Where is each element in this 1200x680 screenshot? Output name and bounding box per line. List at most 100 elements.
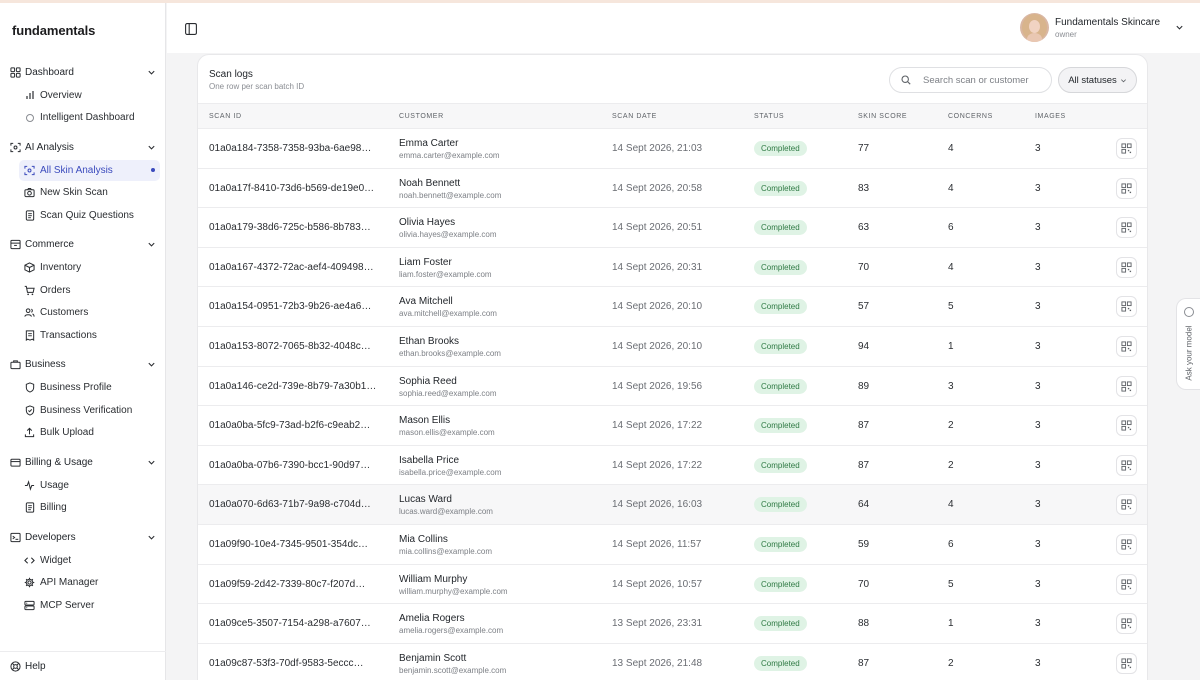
view-scan-button[interactable] [1116, 573, 1137, 595]
table-row[interactable]: 01a09f59-2d42-7339-80c7-f207d… William Mu… [198, 565, 1147, 605]
skin-score-cell: 57 [858, 301, 870, 313]
nav-group-developers[interactable]: Developers [0, 526, 166, 548]
table-row[interactable]: 01a0a146-ce2d-739e-8b79-7a30b1… Sophia Re… [198, 367, 1147, 407]
scan-date-cell: 14 Sept 2026, 19:56 [612, 380, 703, 392]
sidebar-item-bulk-upload[interactable]: Bulk Upload [19, 422, 160, 443]
skin-score-cell: 64 [858, 499, 870, 511]
help-icon [9, 660, 21, 672]
sidebar-item-usage[interactable]: Usage [19, 475, 160, 496]
customer-name: Mason Ellis [399, 415, 451, 427]
scan-id-cell: 01a0a070-6d63-71b7-9a98-c704d… [209, 499, 371, 511]
scan-logs-panel: Scan logs One row per scan batch ID All … [197, 54, 1148, 680]
document-icon [24, 502, 35, 513]
skin-score-cell: 83 [858, 182, 870, 194]
concerns-cell: 3 [948, 380, 954, 392]
customer-email: lucas.ward@example.com [399, 507, 493, 517]
view-scan-button[interactable] [1116, 494, 1137, 516]
ask-model-label: Ask your model [1184, 325, 1194, 381]
status-filter-label: All statuses [1068, 74, 1117, 86]
view-scan-button[interactable] [1116, 217, 1137, 239]
view-scan-button[interactable] [1116, 177, 1137, 199]
scan-date-cell: 14 Sept 2026, 11:57 [612, 538, 702, 550]
scan-date-cell: 14 Sept 2026, 10:57 [612, 578, 703, 590]
scan-id-cell: 01a09c87-53f3-70df-9583-5eccc… [209, 657, 364, 669]
view-scan-button[interactable] [1116, 533, 1137, 555]
nav-group-commerce[interactable]: Commerce [0, 234, 166, 256]
sidebar-item-transactions[interactable]: Transactions [19, 325, 160, 346]
customer-email: olivia.hayes@example.com [399, 230, 497, 240]
sidebar-item-all-skin-analysis[interactable]: All Skin Analysis [19, 159, 160, 181]
activity-icon [24, 479, 35, 491]
sidebar-toggle-icon[interactable] [185, 22, 197, 35]
table-row[interactable]: 01a09f90-10e4-7345-9501-354dc… Mia Collin… [198, 525, 1147, 565]
scan-id-cell: 01a0a153-8072-7065-8b32-4048c… [209, 340, 371, 352]
table-row[interactable]: 01a0a070-6d63-71b7-9a98-c704d… Lucas Ward… [198, 485, 1147, 525]
column-header-concerns: Concerns [948, 113, 993, 120]
view-scan-button[interactable] [1116, 652, 1137, 674]
skin-score-cell: 87 [858, 459, 870, 471]
sidebar-item-intelligent-dashboard[interactable]: Intelligent Dashboard [19, 107, 160, 128]
sidebar-item-business-profile[interactable]: Business Profile [19, 377, 160, 398]
table-row[interactable]: 01a0a184-7358-7358-93ba-6ae98… Emma Carte… [198, 129, 1147, 169]
column-header-scan-date: Scan Date [612, 113, 657, 120]
customer-name: Sophia Reed [399, 375, 457, 387]
search-box[interactable] [889, 67, 1052, 93]
view-scan-button[interactable] [1116, 613, 1137, 635]
scan-id-cell: 01a0a167-4372-72ac-aef4-409498… [209, 261, 374, 273]
sidebar-item-widget[interactable]: Widget [19, 550, 160, 571]
nav-group-ai-analysis[interactable]: AI Analysis [0, 136, 166, 158]
panel-title: Scan logs [209, 69, 253, 80]
view-scan-button[interactable] [1116, 256, 1137, 278]
status-badge: Completed [754, 457, 807, 473]
table-row[interactable]: 01a0a167-4372-72ac-aef4-409498… Liam Fost… [198, 248, 1147, 288]
table-row[interactable]: 01a0a154-0951-72b3-9b26-ae4a6… Ava Mitche… [198, 287, 1147, 327]
sidebar-item-label: Customers [40, 307, 89, 318]
status-badge: Completed [754, 497, 807, 513]
sidebar-item-new-skin-scan[interactable]: New Skin Scan [19, 182, 160, 203]
nav-group-billing-and-usage[interactable]: Billing & Usage [0, 451, 166, 473]
sidebar-item-scan-quiz-questions[interactable]: Scan Quiz Questions [19, 205, 160, 226]
customer-name: Benjamin Scott [399, 652, 467, 664]
status-filter-dropdown[interactable]: All statuses [1058, 67, 1137, 93]
view-scan-button[interactable] [1116, 138, 1137, 159]
customer-name: William Murphy [399, 573, 468, 585]
skin-score-cell: 94 [858, 340, 870, 352]
images-cell: 3 [1035, 380, 1041, 392]
table-row[interactable]: 01a09ce5-3507-7154-a298-a7607… Amelia Rog… [198, 604, 1147, 644]
table-row[interactable]: 01a0a0ba-07b6-7390-bcc1-90d97… Isabella P… [198, 446, 1147, 486]
scan-date-cell: 13 Sept 2026, 21:48 [612, 657, 703, 669]
sidebar-item-api-manager[interactable]: API Manager [19, 572, 160, 593]
user-menu[interactable]: Fundamentals Skincare owner [1020, 13, 1184, 42]
table-header: Scan ID Customer Scan Date Status Skin S… [198, 103, 1147, 129]
view-scan-button[interactable] [1116, 335, 1137, 357]
sidebar-item-billing[interactable]: Billing [19, 497, 160, 518]
images-cell: 3 [1035, 618, 1041, 630]
view-scan-button[interactable] [1116, 415, 1137, 437]
table-row[interactable]: 01a0a179-38d6-725c-b586-8b783… Olivia Hay… [198, 208, 1147, 248]
sidebar-item-orders[interactable]: Orders [19, 280, 160, 301]
sidebar-item-customers[interactable]: Customers [19, 302, 160, 323]
briefcase-icon [9, 359, 21, 371]
customer-email: benjamin.scott@example.com [399, 665, 507, 675]
sidebar-item-inventory[interactable]: Inventory [19, 257, 160, 278]
table-row[interactable]: 01a0a17f-8410-73d6-b569-de19e0… Noah Benn… [198, 169, 1147, 209]
customer-name: Ethan Brooks [399, 335, 460, 347]
help-link[interactable]: Help [9, 660, 46, 672]
column-header-scan-id: Scan ID [209, 113, 242, 120]
nav-group-business[interactable]: Business [0, 354, 166, 376]
search-input[interactable] [923, 74, 1043, 86]
table-row[interactable]: 01a09c87-53f3-70df-9583-5eccc… Benjamin S… [198, 644, 1147, 680]
table-row[interactable]: 01a0a0ba-5fc9-73ad-b2f6-c9eab2… Mason Ell… [198, 406, 1147, 446]
sidebar-item-business-verification[interactable]: Business Verification [19, 400, 160, 421]
nav-group-dashboard[interactable]: Dashboard [0, 61, 166, 83]
table-body: 01a0a184-7358-7358-93ba-6ae98… Emma Carte… [198, 129, 1147, 680]
sidebar-item-overview[interactable]: Overview [19, 85, 160, 106]
view-scan-button[interactable] [1116, 296, 1137, 318]
view-scan-button[interactable] [1116, 375, 1137, 397]
table-row[interactable]: 01a0a153-8072-7065-8b32-4048c… Ethan Broo… [198, 327, 1147, 367]
chevron-down-icon [146, 142, 156, 152]
scan-id-cell: 01a09f90-10e4-7345-9501-354dc… [209, 538, 369, 550]
view-scan-button[interactable] [1116, 454, 1137, 476]
ask-model-tab[interactable]: Ask your model [1176, 298, 1200, 390]
sidebar-item-mcp-server[interactable]: MCP Server [19, 595, 160, 616]
